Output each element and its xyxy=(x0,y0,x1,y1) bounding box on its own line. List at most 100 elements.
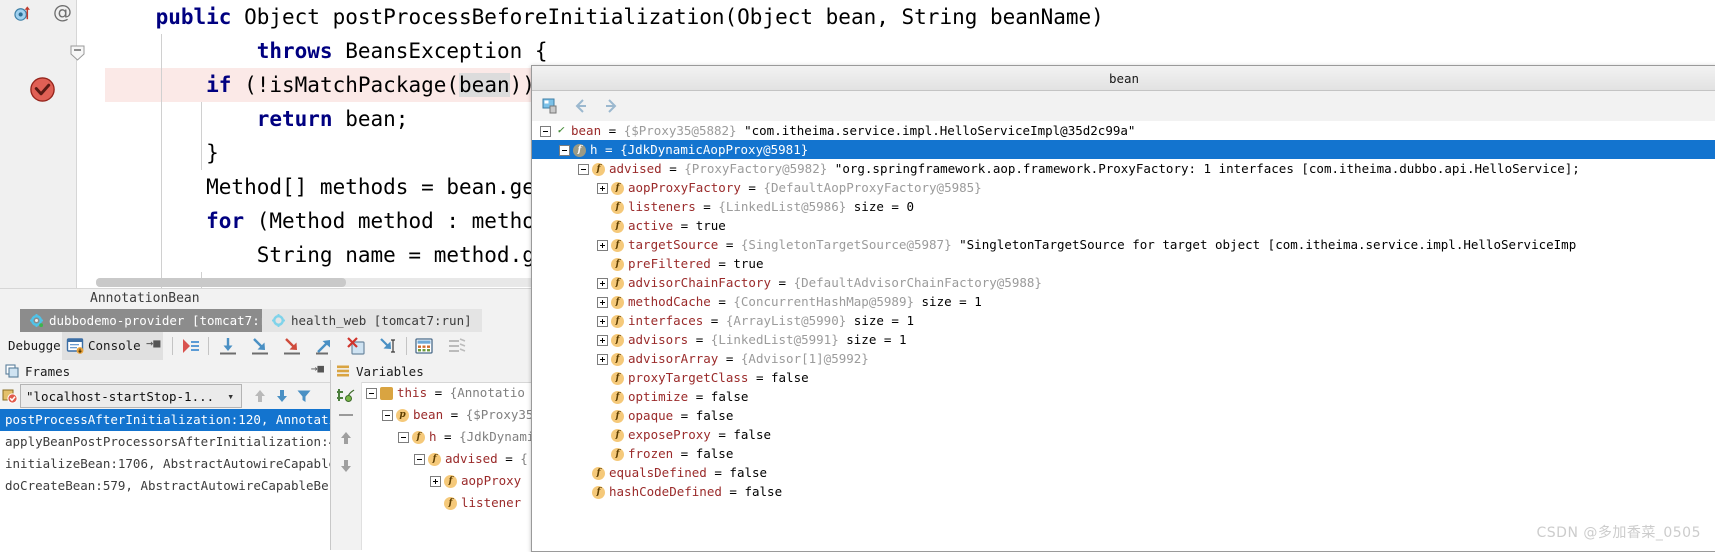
inspect-tree-row[interactable]: f methodCache = {ConcurrentHashMap@5989} … xyxy=(532,292,1715,311)
back-arrow-icon[interactable] xyxy=(572,97,590,115)
tree-collapse-icon[interactable] xyxy=(578,164,589,175)
thread-suspended-icon xyxy=(2,389,18,404)
inspect-tree-row[interactable]: ✓ bean = {$Proxy35@5882} "com.itheima.ser… xyxy=(532,121,1715,140)
inspect-tree-row[interactable]: f active = true xyxy=(532,216,1715,235)
inspect-tree-row[interactable]: f equalsDefined = false xyxy=(532,463,1715,482)
code-token: for xyxy=(206,209,245,233)
variables-tree-row[interactable]: this = {Annotatio xyxy=(362,382,536,404)
move-down-icon[interactable] xyxy=(338,458,354,474)
tree-expand-icon[interactable] xyxy=(597,316,608,327)
variables-tree-row[interactable]: f listener xyxy=(362,492,536,514)
inspect-tree-row[interactable]: f optimize = false xyxy=(532,387,1715,406)
inspect-tree-row[interactable]: f interfaces = {ArrayList@5990} size = 1 xyxy=(532,311,1715,330)
inspect-tree-row[interactable]: f opaque = false xyxy=(532,406,1715,425)
tree-collapse-icon[interactable] xyxy=(414,454,425,465)
filter-icon[interactable] xyxy=(296,388,312,404)
inspect-icon[interactable] xyxy=(542,97,560,115)
frames-panel-header: Frames →■ xyxy=(0,360,330,383)
move-down-icon[interactable] xyxy=(274,388,290,404)
step-out-icon[interactable] xyxy=(314,336,334,356)
variables-tree-row[interactable]: p bean = {$Proxy35@ xyxy=(362,404,536,426)
code-fold-icon[interactable] xyxy=(69,45,86,62)
move-up-icon[interactable] xyxy=(338,430,354,446)
variables-tree[interactable]: this = {Annotatio p bean = {$Proxy35@ f h = … xyxy=(362,382,536,550)
inspect-tree-row[interactable]: f frozen = false xyxy=(532,444,1715,463)
tree-node-name: advisors xyxy=(628,332,689,347)
frames-list[interactable]: postProcessAfterInitialization:120, Anno… xyxy=(0,409,330,550)
tree-node-equals: = xyxy=(688,332,711,347)
field-private-icon: f xyxy=(573,144,586,157)
variables-panel[interactable]: Variables this = {Annotatio p bean = {$Pro… xyxy=(331,360,536,550)
tree-collapse-icon[interactable] xyxy=(398,432,409,443)
override-method-icon[interactable] xyxy=(14,4,33,23)
remove-watch-icon[interactable] xyxy=(339,414,353,416)
inspect-tree-row[interactable]: f listeners = {LinkedList@5986} size = 0 xyxy=(532,197,1715,216)
forward-arrow-icon[interactable] xyxy=(602,97,620,115)
frame-list-item[interactable]: postProcessAfterInitialization:120, Anno… xyxy=(0,409,330,431)
tree-expand-icon[interactable] xyxy=(597,335,608,346)
add-watch-icon[interactable] xyxy=(336,386,355,405)
inspect-tree-row[interactable]: f exposeProxy = false xyxy=(532,425,1715,444)
inspect-tree-row[interactable]: fh = {JdkDynamicAopProxy@5981} xyxy=(532,140,1715,159)
evaluate-expression-icon[interactable] xyxy=(414,336,434,356)
inspect-tree-row[interactable]: f proxyTargetClass = false xyxy=(532,368,1715,387)
step-over-icon[interactable] xyxy=(218,336,238,356)
frame-list-item[interactable]: applyBeanPostProcessorsAfterInitializati… xyxy=(0,431,330,453)
tree-expand-icon[interactable] xyxy=(430,476,441,487)
inspect-value-tree[interactable]: ✓ bean = {$Proxy35@5882} "com.itheima.ser… xyxy=(532,121,1715,551)
run-tab-dubbodemo-provider[interactable]: dubbodemo-provider [tomcat7:run] xyxy=(20,309,300,332)
frames-panel[interactable]: Frames →■ "localhost-startStop-1... ▾ po… xyxy=(0,360,331,550)
inspect-tree-row[interactable]: f advisorArray = {Advisor[1]@5992} xyxy=(532,349,1715,368)
thread-combo[interactable]: "localhost-startStop-1... ▾ xyxy=(20,384,242,408)
code-line[interactable]: throws BeansException { xyxy=(105,34,1715,68)
tree-node-equals: = xyxy=(771,275,794,290)
breakpoint-verified-icon[interactable] xyxy=(28,75,57,104)
tree-collapse-icon[interactable] xyxy=(540,126,551,137)
inspect-tree-row[interactable]: f targetSource = {SingletonTargetSource@5… xyxy=(532,235,1715,254)
hide-panel-icon[interactable]: →■ xyxy=(146,336,160,350)
tree-collapse-icon[interactable] xyxy=(382,410,393,421)
tree-collapse-icon[interactable] xyxy=(559,145,570,156)
inspect-window-toolbar[interactable] xyxy=(532,91,1715,122)
tree-collapse-icon[interactable] xyxy=(366,388,377,399)
tree-expand-icon[interactable] xyxy=(597,240,608,251)
tree-expand-icon[interactable] xyxy=(597,183,608,194)
inspect-tree-row[interactable]: f hashCodeDefined = false xyxy=(532,482,1715,501)
move-up-icon[interactable] xyxy=(252,388,268,404)
variables-side-toolbar[interactable] xyxy=(331,382,362,550)
watermark: CSDN @多加香菜_0505 xyxy=(1536,525,1701,541)
code-line[interactable]: public Object postProcessBeforeInitializ… xyxy=(105,0,1715,34)
inspect-tree-row[interactable]: f aopProxyFactory = {DefaultAopProxyFacto… xyxy=(532,178,1715,197)
frame-list-item[interactable]: doCreateBean:579, AbstractAutowireCapabl… xyxy=(0,475,330,497)
thread-selector-row[interactable]: "localhost-startStop-1... ▾ xyxy=(0,383,330,410)
tree-expand-icon[interactable] xyxy=(597,278,608,289)
inspect-tree-row[interactable]: f advisorChainFactory = {DefaultAdvisorCh… xyxy=(532,273,1715,292)
code-token: BeansException { xyxy=(332,39,548,63)
inspect-tree-row[interactable]: f preFiltered = true xyxy=(532,254,1715,273)
inspect-tree-row[interactable]: f advised = {ProxyFactory@5982} "org.spri… xyxy=(532,159,1715,178)
tree-node-name: preFiltered xyxy=(628,256,711,271)
step-into-icon[interactable] xyxy=(250,336,270,356)
editor-gutter[interactable] xyxy=(0,0,77,288)
tree-expand-icon[interactable] xyxy=(597,297,608,308)
inspect-window[interactable]: bean ✓ bean = {$Proxy35@5882} "com.itheim… xyxy=(531,65,1715,552)
run-to-cursor-icon[interactable] xyxy=(378,336,398,356)
drop-frame-icon[interactable] xyxy=(346,336,366,356)
show-execution-point-icon[interactable] xyxy=(180,336,200,356)
hide-panel-icon[interactable]: →■ xyxy=(311,362,324,375)
tree-node-equals: = xyxy=(695,199,719,214)
run-tab-health-web[interactable]: health_web [tomcat7:run] xyxy=(262,309,482,332)
force-step-into-icon[interactable] xyxy=(282,336,302,356)
variables-tree-row[interactable]: f advised = { xyxy=(362,448,536,470)
tree-expand-icon[interactable] xyxy=(597,354,608,365)
editor-horizontal-scrollbar[interactable] xyxy=(96,278,536,287)
frame-list-item[interactable]: initializeBean:1706, AbstractAutowireCap… xyxy=(0,453,330,475)
variables-tree-row[interactable]: f aopProxy xyxy=(362,470,536,492)
inspect-window-title: bean xyxy=(532,66,1715,91)
variables-tree-row[interactable]: fh = {JdkDynami xyxy=(362,426,536,448)
mute-breakpoints-icon[interactable] xyxy=(446,336,466,356)
inspect-tree-row[interactable]: f advisors = {LinkedList@5991} size = 1 xyxy=(532,330,1715,349)
editor-gutter-fold-column[interactable] xyxy=(77,0,105,288)
